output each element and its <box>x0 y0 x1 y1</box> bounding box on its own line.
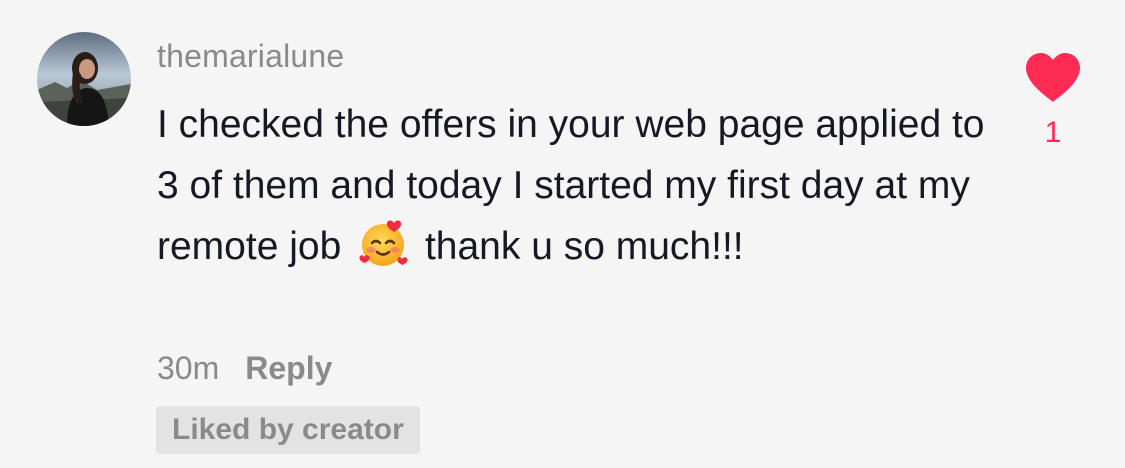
comment-timestamp: 30m <box>157 350 220 386</box>
reply-button[interactable]: Reply <box>245 350 332 387</box>
comment-text: I checked the offers in your web page ap… <box>157 94 987 277</box>
comment-item: themarialune I checked the offers in you… <box>0 0 1125 468</box>
like-button[interactable]: 1 <box>1020 52 1086 150</box>
like-count: 1 <box>1044 116 1062 149</box>
comment-meta-row: 30m Reply <box>157 350 332 387</box>
avatar[interactable] <box>37 32 131 126</box>
liked-by-creator-badge: Liked by creator <box>156 406 420 454</box>
smiling-face-with-hearts-icon <box>356 217 410 271</box>
avatar-image <box>37 32 131 126</box>
comment-text-part-2: thank u so much!!! <box>424 225 744 268</box>
comment-username[interactable]: themarialune <box>157 38 344 75</box>
heart-icon <box>1026 53 1080 102</box>
